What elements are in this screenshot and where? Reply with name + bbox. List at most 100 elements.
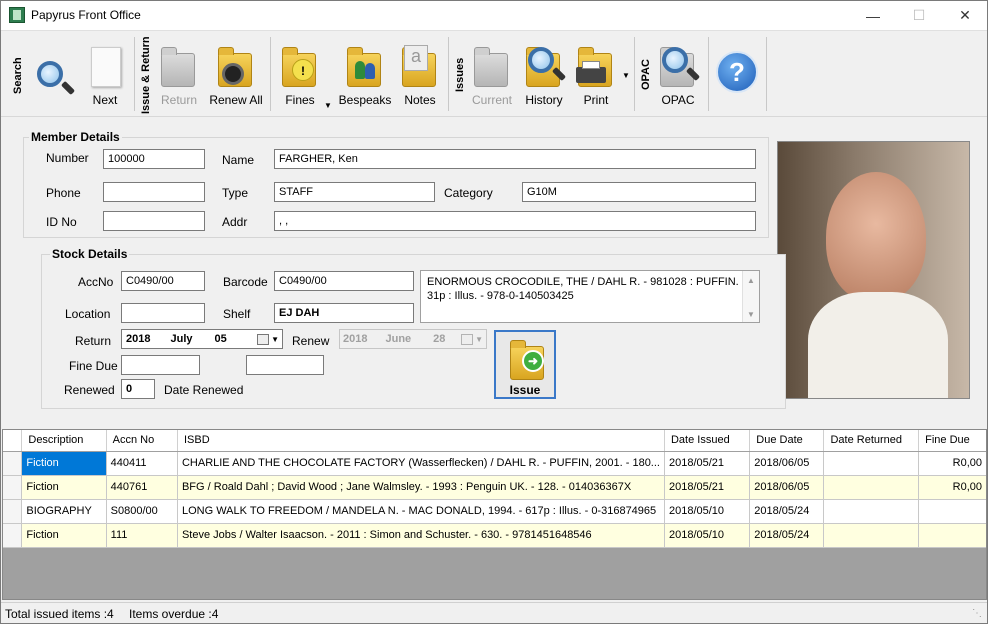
table-cell[interactable]: Fiction [21,451,107,476]
table-cell[interactable]: 2018/05/21 [664,475,751,500]
barcode-label: Barcode [223,275,268,289]
notes-button[interactable]: a Notes [398,37,442,107]
table-cell[interactable]: BFG / Roald Dahl ; David Wood ; Jane Wal… [177,475,665,500]
renew-date-picker[interactable]: 2018 June 28 ▼ [339,329,487,349]
location-field[interactable] [121,303,205,323]
row-header[interactable] [3,451,23,476]
issue-button[interactable]: ➜ Issue [494,330,556,399]
shelf-field[interactable]: EJ DAH [274,303,414,323]
fine-due-field[interactable] [121,355,200,375]
item-description-text: ENORMOUS CROCODILE, THE / DAHL R. - 9810… [427,276,746,302]
close-icon[interactable]: ✕ [942,0,988,31]
type-field[interactable]: STAFF [274,182,435,202]
toolbar-separator [134,37,135,111]
print-button[interactable]: Print [572,37,620,107]
table-cell[interactable]: CHARLIE AND THE CHOCOLATE FACTORY (Wasse… [177,451,665,476]
table-row[interactable]: Fiction 111 Steve Jobs / Walter Isaacson… [3,523,986,548]
table-cell[interactable]: 2018/05/24 [749,523,825,548]
renew-year: 2018 [343,333,368,345]
return-button[interactable]: Return [156,37,202,107]
number-field[interactable]: 100000 [103,149,205,169]
column-header[interactable]: Date Returned [823,430,920,452]
addr-label: Addr [222,215,248,229]
accno-field[interactable]: C0490/00 [121,271,205,291]
addr-field[interactable]: , , [274,211,756,231]
history-button[interactable]: History [520,37,568,107]
table-cell[interactable]: BIOGRAPHY [21,499,107,524]
table-cell[interactable]: 440761 [106,475,178,500]
phone-field[interactable] [103,182,205,202]
table-cell[interactable] [918,499,986,524]
accno-label: AccNo [78,275,114,289]
return-icon [159,45,199,89]
minimize-icon[interactable]: — [850,0,896,31]
table-cell[interactable]: Steve Jobs / Walter Isaacson. - 2011 : S… [177,523,665,548]
issue-label: Issue [509,383,541,397]
date-renewed-label: Date Renewed [164,383,244,397]
opac-icon [658,45,698,89]
table-cell[interactable] [823,499,920,524]
fines-button[interactable]: ! Fines [278,37,322,107]
table-cell[interactable]: 2018/05/21 [664,451,751,476]
barcode-field[interactable]: C0490/00 [274,271,414,291]
chevron-down-icon: ▼ [271,334,279,344]
toolbar-separator [708,37,709,111]
table-row[interactable]: BIOGRAPHY S0800/00 LONG WALK TO FREEDOM … [3,499,986,524]
renew-all-button[interactable]: Renew All [207,37,265,107]
return-date-picker[interactable]: 2018 July 05 ▼ [121,329,283,349]
table-cell[interactable]: 2018/06/05 [749,475,825,500]
column-header[interactable]: Fine Due [918,430,986,452]
chevron-down-icon: ▼ [475,334,483,344]
column-header[interactable]: Accn No [106,430,178,452]
resize-grip-icon[interactable]: ⋱ [972,608,982,619]
table-cell[interactable]: R0,00 [918,475,986,500]
column-header[interactable]: Description [21,430,107,452]
column-header[interactable]: Date Issued [664,430,751,452]
maximize-icon[interactable]: ☐ [896,0,942,31]
table-cell[interactable]: Fiction [21,523,107,548]
name-field[interactable]: FARGHER, Ken [274,149,756,169]
search-button[interactable] [28,37,78,107]
table-cell[interactable]: R0,00 [918,451,986,476]
member-details-title: Member Details [29,130,122,144]
row-header[interactable] [3,475,23,500]
row-header[interactable] [3,523,23,548]
next-button[interactable]: Next [83,37,127,107]
table-cell[interactable]: 2018/05/10 [664,499,751,524]
category-label: Category [444,186,493,200]
help-icon[interactable]: ? [716,51,758,93]
column-header[interactable]: Due Date [749,430,825,452]
table-row[interactable]: Fiction 440761 BFG / Roald Dahl ; David … [3,475,986,500]
current-button[interactable]: Current [468,37,516,107]
table-cell[interactable]: LONG WALK TO FREEDOM / MANDELA N. - MAC … [177,499,665,524]
print-dropdown-icon[interactable]: ▼ [622,71,630,80]
bespeaks-button[interactable]: Bespeaks [338,37,392,107]
renewed-field[interactable]: 0 [121,379,155,399]
table-cell[interactable]: 440411 [106,451,178,476]
table-cell[interactable] [918,523,986,548]
table-cell[interactable]: S0800/00 [106,499,178,524]
table-cell[interactable] [823,523,920,548]
renew-month: June [385,333,412,345]
table-cell[interactable]: 111 [106,523,178,548]
category-field[interactable]: G10M [522,182,756,202]
row-header[interactable] [3,499,23,524]
table-cell[interactable] [823,475,920,500]
table-row[interactable]: Fiction 440411 CHARLIE AND THE CHOCOLATE… [3,451,986,476]
table-cell[interactable]: 2018/06/05 [749,451,825,476]
table-cell[interactable] [823,451,920,476]
table-cell[interactable]: 2018/05/10 [664,523,751,548]
history-label: History [525,93,563,107]
table-cell[interactable]: Fiction [21,475,107,500]
memo-scrollbar[interactable]: ▲ ▼ [742,271,759,322]
table-cell[interactable]: 2018/05/24 [749,499,825,524]
item-description-memo[interactable]: ENORMOUS CROCODILE, THE / DAHL R. - 9810… [420,270,760,323]
id-no-field[interactable] [103,211,205,231]
fines-dropdown-icon[interactable]: ▼ [324,101,332,110]
column-header[interactable]: ISBD [177,430,665,452]
print-icon [576,45,616,89]
row-header-corner [3,430,23,452]
opac-button[interactable]: OPAC [654,37,702,107]
extra-field[interactable] [246,355,324,375]
current-icon [472,45,512,89]
